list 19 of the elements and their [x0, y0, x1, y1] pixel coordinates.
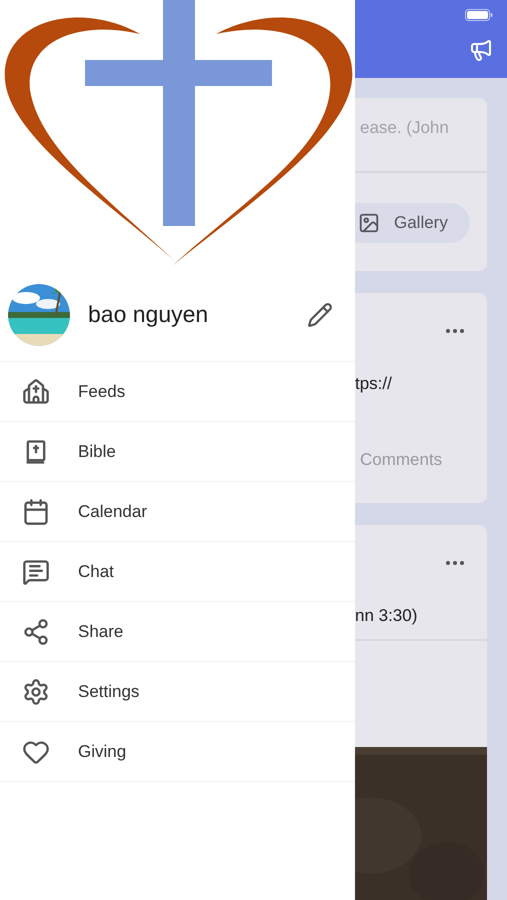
- menu-item[interactable]: Calendar: [0, 482, 355, 542]
- post-text: nn 3:30): [355, 606, 418, 625]
- menu-item[interactable]: Feeds: [0, 362, 355, 422]
- profile-name: bao nguyen: [88, 300, 210, 330]
- post-text: tps://: [355, 374, 392, 393]
- edit-icon[interactable]: [307, 302, 333, 328]
- share-icon: [22, 618, 50, 646]
- menu-item[interactable]: Bible: [0, 422, 355, 482]
- menu-item[interactable]: Giving: [0, 722, 355, 782]
- menu-item[interactable]: Settings: [0, 662, 355, 722]
- settings-icon: [22, 678, 50, 706]
- church-icon: [22, 378, 50, 406]
- megaphone-icon[interactable]: [469, 38, 493, 62]
- menu-item[interactable]: Chat: [0, 542, 355, 602]
- image-icon: [358, 212, 380, 234]
- battery-icon: [465, 9, 493, 21]
- chat-icon: [22, 558, 50, 586]
- menu-item[interactable]: Share: [0, 602, 355, 662]
- calendar-icon: [22, 498, 50, 526]
